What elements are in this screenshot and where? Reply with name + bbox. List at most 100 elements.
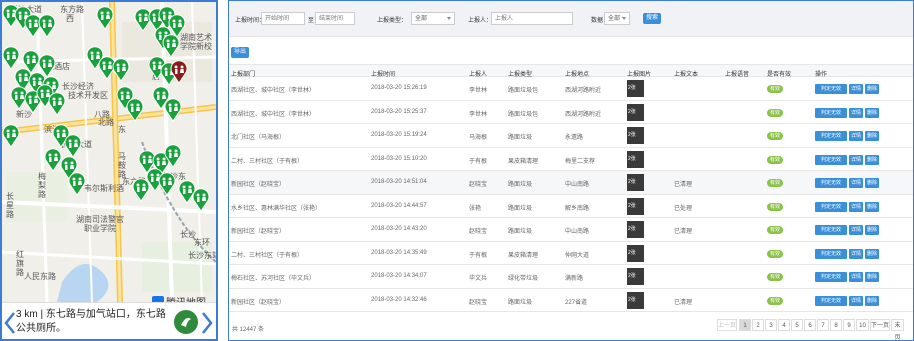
page-button[interactable]: 8 xyxy=(830,319,842,331)
page-button[interactable]: 5 xyxy=(791,319,803,331)
mark-invalid-button[interactable]: 判定无效 xyxy=(815,225,847,235)
report-image-thumbnail[interactable]: 2张 xyxy=(627,127,644,144)
report-image-thumbnail[interactable]: 2张 xyxy=(627,103,644,121)
report-image-thumbnail[interactable]: 2张 xyxy=(627,174,644,191)
start-time-input[interactable] xyxy=(261,12,305,25)
map-place-label: 梨 xyxy=(38,181,46,190)
prev-page-button[interactable]: 上一页 xyxy=(717,319,737,331)
report-type-label: 上报类型： xyxy=(377,18,408,24)
cell-dept: 北门社区（马海根） xyxy=(231,135,286,141)
toilet-pin-icon[interactable] xyxy=(38,14,56,38)
mark-invalid-button[interactable]: 判定无效 xyxy=(815,248,847,259)
details-button[interactable]: 详情 xyxy=(849,201,863,212)
table-row: 新园社区（赵晓宝） 2018-03-20 14:32:46 赵晓宝 路面垃圾 227省道… xyxy=(229,289,913,312)
details-button[interactable]: 详情 xyxy=(849,248,863,259)
details-button[interactable]: 详情 xyxy=(849,225,863,235)
valid-badge: 有效 xyxy=(767,132,783,140)
end-time-input[interactable] xyxy=(315,12,355,25)
report-image-thumbnail[interactable]: 2张 xyxy=(627,150,644,168)
map-place-label: 星 xyxy=(6,201,14,210)
toilet-pin-icon[interactable] xyxy=(164,144,182,168)
chevron-left-icon[interactable] xyxy=(3,311,17,335)
cell-dept: 二村、三村社区（于有根） xyxy=(231,158,304,165)
delete-button[interactable]: 删除 xyxy=(865,225,879,235)
toilet-pin-icon[interactable] xyxy=(158,172,176,196)
search-button[interactable]: 搜索 xyxy=(643,13,661,24)
delete-button[interactable]: 删除 xyxy=(865,178,879,188)
page-button[interactable]: 末页 xyxy=(891,319,904,340)
details-button[interactable]: 详情 xyxy=(849,295,863,306)
report-image-thumbnail[interactable]: 2张 xyxy=(627,80,644,97)
report-image-thumbnail[interactable]: 2张 xyxy=(627,244,644,262)
report-type-select[interactable]: 全部 xyxy=(411,12,455,25)
toilet-pin-icon[interactable] xyxy=(2,124,20,148)
map-place-label: 红 xyxy=(16,250,24,259)
details-button[interactable]: 详情 xyxy=(849,178,863,188)
valid-badge: 有效 xyxy=(767,202,783,211)
reporter-input[interactable] xyxy=(491,12,573,25)
details-button[interactable]: 详情 xyxy=(849,84,863,94)
mark-invalid-button[interactable]: 判定无效 xyxy=(815,154,847,165)
details-button[interactable]: 详情 xyxy=(849,131,863,141)
map-place-label: 长 xyxy=(6,192,14,201)
table-row: 西湖社区、城中社区（李世林） 2018-03-20 15:26:19 李世林 路面垃圾… xyxy=(229,77,913,101)
toilet-pin-icon[interactable] xyxy=(164,98,182,122)
toilet-pin-icon[interactable] xyxy=(48,92,66,116)
delete-button[interactable]: 删除 xyxy=(865,154,879,165)
export-button[interactable]: 导出 xyxy=(231,47,249,58)
cell-person: 张艳 xyxy=(469,205,482,212)
page-button[interactable]: 1 xyxy=(739,319,751,331)
selected-toilet-pin-icon[interactable] xyxy=(170,60,188,84)
mark-invalid-button[interactable]: 判定无效 xyxy=(815,107,847,118)
mark-invalid-button[interactable]: 判定无效 xyxy=(815,131,847,141)
delete-button[interactable]: 删除 xyxy=(865,248,879,259)
cell-place: 中山南路 xyxy=(565,182,590,188)
mark-invalid-button[interactable]: 判定无效 xyxy=(815,201,847,212)
toilet-pin-icon[interactable] xyxy=(162,34,180,58)
delete-button[interactable]: 删除 xyxy=(865,272,879,282)
toilet-pin-icon[interactable] xyxy=(64,134,82,158)
page-button[interactable]: 3 xyxy=(765,319,777,331)
cell-dept: 新园社区（赵晓宝） xyxy=(231,182,286,188)
delete-button[interactable]: 删除 xyxy=(865,84,879,94)
map-place-label: 东 xyxy=(118,125,126,134)
page-button[interactable]: 7 xyxy=(817,319,829,331)
details-button[interactable]: 详情 xyxy=(849,107,863,118)
chevron-right-icon[interactable] xyxy=(200,311,214,335)
toilet-pin-icon[interactable] xyxy=(192,188,210,212)
page-button[interactable]: 4 xyxy=(778,319,790,331)
report-image-thumbnail[interactable]: 2张 xyxy=(627,197,644,215)
mark-invalid-button[interactable]: 判定无效 xyxy=(815,272,847,282)
cell-place: 227省道 xyxy=(565,299,588,306)
mark-invalid-button[interactable]: 判定无效 xyxy=(815,84,847,94)
toilet-pin-icon[interactable] xyxy=(2,46,20,70)
toilet-pin-icon[interactable] xyxy=(96,6,114,30)
toilet-pin-icon[interactable] xyxy=(132,178,150,202)
details-button[interactable]: 详情 xyxy=(849,154,863,165)
valid-badge: 有效 xyxy=(767,155,783,164)
report-image-thumbnail[interactable]: 2张 xyxy=(627,291,644,309)
page-button[interactable]: 下一页 xyxy=(870,319,890,331)
page-button[interactable]: 6 xyxy=(804,319,816,331)
mark-invalid-button[interactable]: 判定无效 xyxy=(815,178,847,188)
delete-button[interactable]: 删除 xyxy=(865,295,879,306)
report-image-thumbnail[interactable]: 2张 xyxy=(627,268,644,285)
valid-select[interactable]: 全部 xyxy=(604,12,630,25)
report-image-thumbnail[interactable]: 2张 xyxy=(627,221,644,238)
delete-button[interactable]: 删除 xyxy=(865,201,879,212)
mark-invalid-button[interactable]: 判定无效 xyxy=(815,295,847,306)
toilet-pin-icon[interactable] xyxy=(126,98,144,122)
page-button[interactable]: 9 xyxy=(843,319,855,331)
page-button[interactable]: 10 xyxy=(856,319,869,331)
map-place-label: 梅 xyxy=(38,172,46,181)
toilet-pin-icon[interactable] xyxy=(112,58,130,82)
details-button[interactable]: 详情 xyxy=(849,272,863,282)
delete-button[interactable]: 删除 xyxy=(865,131,879,141)
cell-dept: 水乡社区、惠林满华社区（张艳） xyxy=(231,205,322,212)
delete-button[interactable]: 删除 xyxy=(865,107,879,118)
toilet-logo-icon[interactable] xyxy=(174,310,198,334)
toilet-pin-icon[interactable] xyxy=(68,172,86,196)
map-place-label: 人民东路 xyxy=(24,272,56,281)
map-place-label: 旗 xyxy=(16,259,24,268)
page-button[interactable]: 2 xyxy=(752,319,764,331)
